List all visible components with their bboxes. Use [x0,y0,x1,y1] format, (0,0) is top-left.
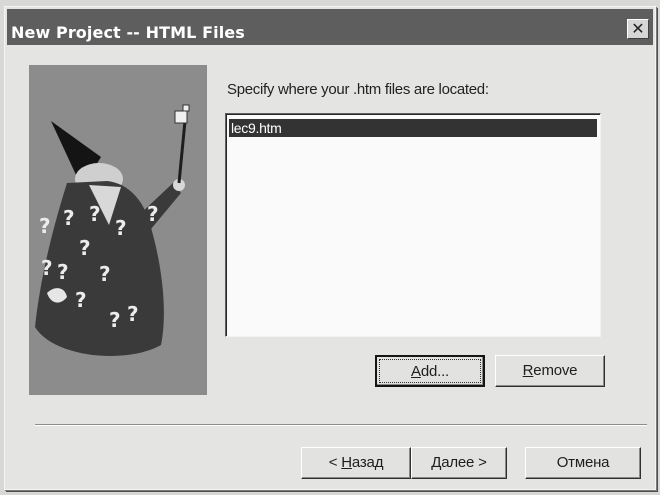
add-button[interactable]: Add... [375,355,485,387]
close-button[interactable]: ✕ [627,19,649,39]
question-mark: ? [99,262,111,286]
remove-button[interactable]: Remove [495,355,605,387]
question-mark: ? [109,308,121,332]
focus-rectangle [379,359,481,383]
question-mark: ? [57,260,69,284]
next-button[interactable]: Далее > [411,447,507,479]
list-item-selected[interactable]: lec9.htm [229,119,597,137]
wizard-illustration: ? ? ? ? ? ? ? ? ? ? ? ? [29,65,207,395]
new-project-dialog: New Project -- HTML Files ✕ ? ? ? ? ? ? … [4,6,656,490]
question-mark: ? [89,202,101,226]
cancel-button[interactable]: Отмена [525,447,641,479]
question-mark: ? [39,214,51,238]
question-mark: ? [41,256,53,280]
back-button[interactable]: < Назад [301,447,411,479]
question-mark: ? [63,206,75,230]
separator-line [35,424,647,426]
question-mark: ? [75,288,87,312]
window-title: New Project -- HTML Files [11,23,245,42]
question-mark: ? [79,236,91,260]
wizard-icon: ? ? ? ? ? ? ? ? ? ? ? ? [35,104,190,357]
html-files-list[interactable]: lec9.htm [225,113,601,337]
files-prompt-label: Specify where your .htm files are locate… [227,81,489,98]
question-mark: ? [147,202,159,226]
title-bar[interactable]: New Project -- HTML Files ✕ [7,9,653,45]
question-mark: ? [127,302,139,326]
close-icon: ✕ [631,19,645,38]
question-mark: ? [115,216,127,240]
